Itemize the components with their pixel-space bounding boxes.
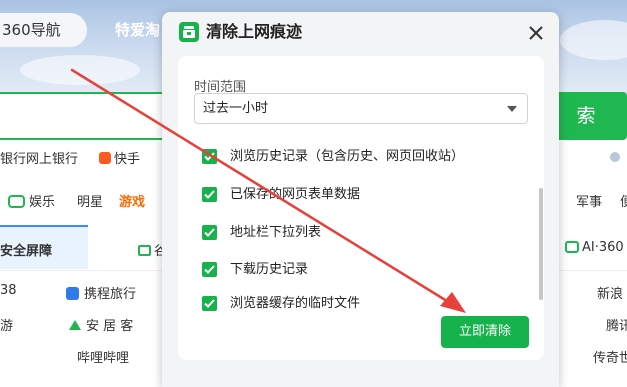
option-label: 已保存的网页表单数据: [230, 187, 361, 202]
category-youxi[interactable]: 游戏: [119, 191, 145, 210]
option-label: 浏览历史记录（包含历史、网页回收站）: [230, 149, 465, 164]
time-range-select[interactable]: 过去一小时: [194, 93, 528, 124]
chevron-down-icon: [507, 106, 517, 112]
link-kuaishou-label: 快手: [114, 152, 141, 167]
clear-traces-dialog: 清除上网痕迹 时间范围 过去一小时 浏览历史记录（包含历史、网页回收站） 已保存…: [162, 12, 559, 387]
checkbox-checked[interactable]: [202, 225, 217, 240]
checkbox-checked[interactable]: [202, 262, 217, 277]
site-xinlang[interactable]: 新浪: [597, 283, 623, 302]
time-range-value: 过去一小时: [203, 101, 269, 116]
site-you[interactable]: 游: [0, 315, 13, 334]
site-number[interactable]: 38: [0, 283, 17, 298]
options-panel: 时间范围 过去一小时 浏览历史记录（包含历史、网页回收站） 已保存的网页表单数据…: [178, 56, 544, 360]
nav-tab-tehuitao[interactable]: 特爱淘: [115, 13, 160, 47]
search-input[interactable]: [0, 92, 166, 140]
option-label: 下载历史记录: [230, 262, 309, 277]
game-controller-icon: [8, 195, 25, 208]
option-label: 浏览器缓存的临时文件: [230, 296, 361, 311]
house-icon: [69, 320, 81, 330]
cloud-decoration: [20, 55, 140, 85]
checkbox-checked[interactable]: [202, 149, 217, 164]
checkbox-checked[interactable]: [202, 187, 217, 202]
tab-anquan-label: 安全屏障: [0, 244, 53, 259]
site-chuanqi[interactable]: 传奇世: [593, 347, 627, 366]
site-anjuke[interactable]: 安 居 客: [69, 315, 133, 334]
link-kuaishou[interactable]: 快手: [99, 148, 140, 167]
scrollbar-thumb[interactable]: [539, 188, 543, 300]
weather-icon: [607, 150, 623, 164]
close-icon[interactable]: [524, 21, 548, 45]
category-yule-label: 娱乐: [29, 195, 56, 210]
category-yule[interactable]: 娱乐: [8, 191, 55, 210]
tab-ai360-label: AI·360: [582, 240, 624, 255]
robot-icon: [565, 241, 579, 253]
ctrip-icon: [66, 287, 79, 300]
broom-icon: [179, 22, 199, 42]
nav-tab-360[interactable]: 360导航: [0, 13, 87, 47]
site-ctrip-label: 携程旅行: [84, 287, 137, 302]
site-anjuke-label: 安 居 客: [86, 319, 134, 334]
checkbox-checked[interactable]: [202, 296, 217, 311]
site-ctrip[interactable]: 携程旅行: [66, 283, 136, 302]
card-icon: [138, 245, 151, 256]
site-tengxun[interactable]: 腾讯: [606, 315, 627, 334]
option-label: 地址栏下拉列表: [230, 225, 322, 240]
link-bank[interactable]: 银行网上银行: [0, 148, 78, 167]
clear-now-button[interactable]: 立即清除: [441, 316, 529, 348]
category-right-fragment[interactable]: 便: [620, 191, 627, 210]
site-bilibili[interactable]: 哔哩哔哩: [77, 347, 129, 366]
category-mingxing[interactable]: 明星: [77, 191, 103, 210]
category-junshi[interactable]: 军事: [576, 191, 602, 210]
tab-anquan-active[interactable]: 安全屏障: [0, 225, 88, 269]
kuaishou-icon: [99, 152, 111, 164]
tab-ai360[interactable]: AI·360: [565, 240, 624, 255]
dialog-title: 清除上网痕迹: [206, 22, 303, 41]
